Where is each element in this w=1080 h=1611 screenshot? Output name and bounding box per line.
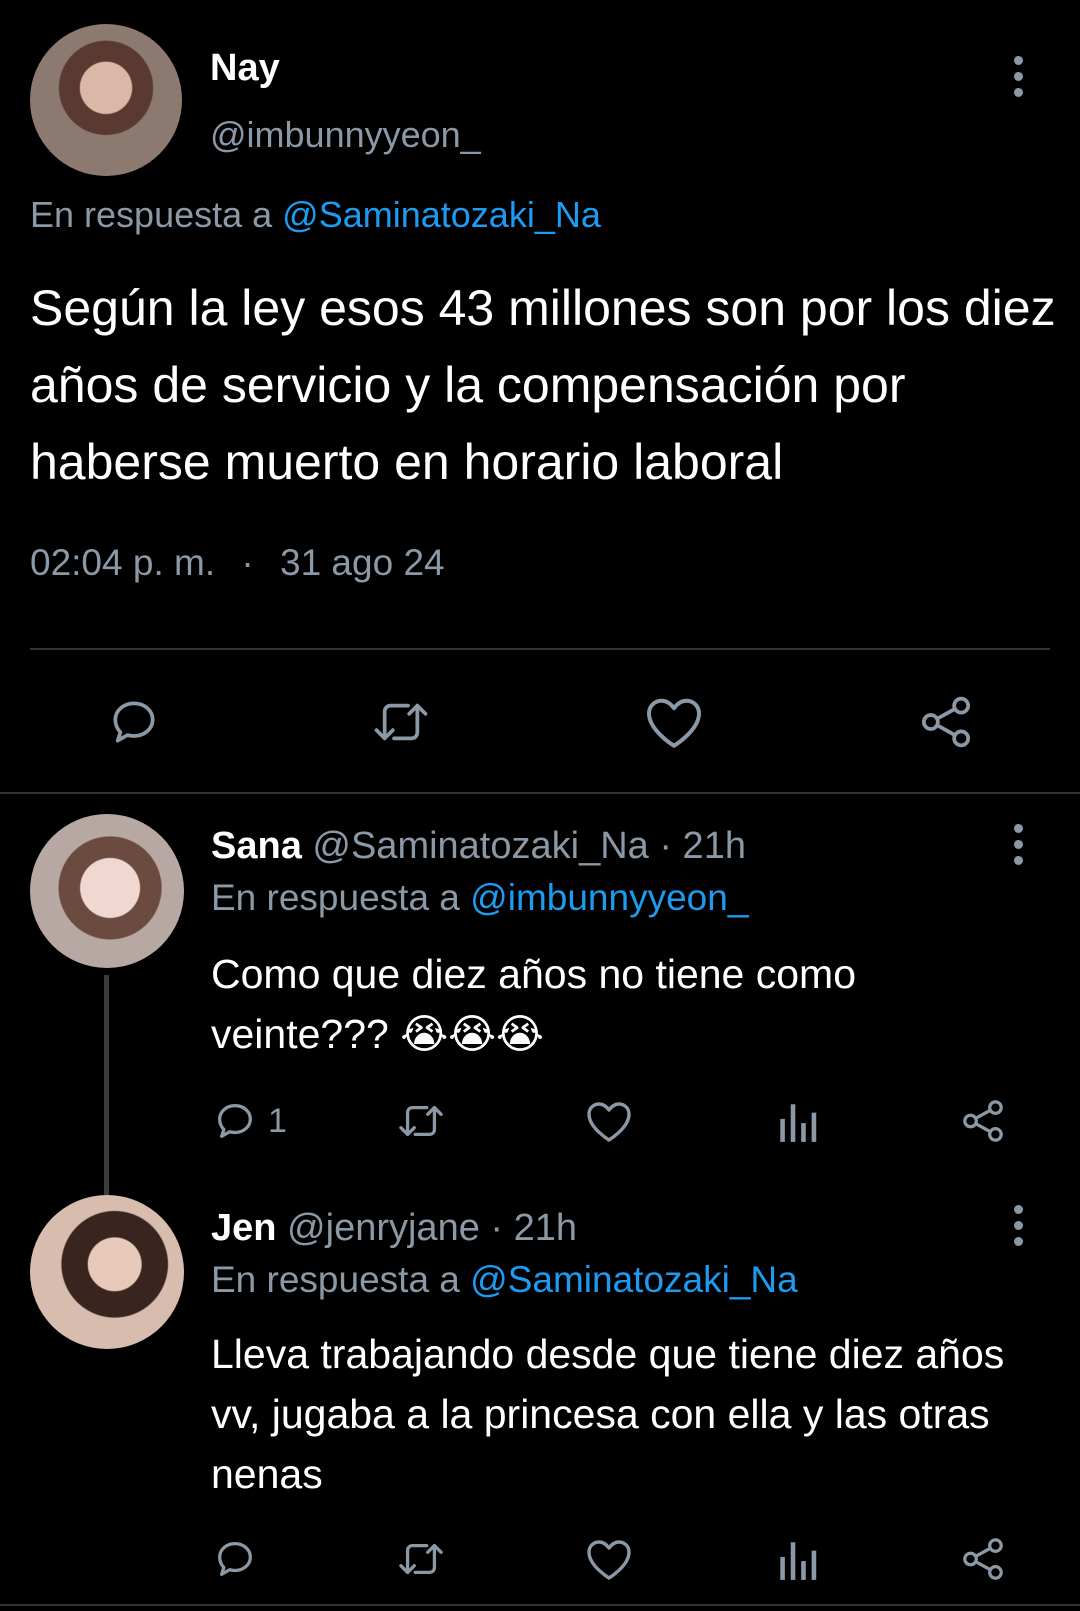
reply-text-line: Como que diez años no tiene como — [211, 951, 857, 997]
avatar-sana[interactable] — [30, 814, 184, 968]
timestamp-separator: · — [241, 542, 254, 583]
like-icon[interactable] — [644, 694, 704, 750]
reply-context: En respuesta a @Saminatozaki_Na — [30, 192, 601, 238]
avatar-jen[interactable] — [30, 1195, 184, 1349]
reply-context: En respuesta a @imbunnyyeon_ — [211, 875, 748, 921]
reply-icon[interactable] — [106, 694, 162, 750]
tweet-date[interactable]: 31 ago 24 — [280, 542, 445, 583]
reply-to-link[interactable]: @Saminatozaki_Na — [470, 1259, 798, 1300]
reply-prefix: En respuesta a — [211, 1259, 460, 1300]
reply-to-link[interactable]: @imbunnyyeon_ — [470, 877, 748, 918]
retweet-icon[interactable] — [395, 1098, 447, 1144]
author-handle[interactable]: @imbunnyyeon_ — [210, 112, 481, 158]
reply-author-name[interactable]: Jen — [211, 1207, 276, 1249]
like-icon[interactable] — [585, 1098, 633, 1144]
more-options-icon[interactable] — [1012, 824, 1024, 865]
more-options-icon[interactable] — [1012, 1205, 1024, 1246]
section-divider — [0, 1604, 1080, 1606]
reply-count: 1 — [268, 1101, 287, 1140]
reply-text: Como que diez años no tiene como veinte?… — [211, 944, 1041, 1064]
reply-header: Sana @Saminatozaki_Na · 21h — [211, 822, 746, 870]
reply-icon[interactable] — [212, 1536, 258, 1582]
like-icon[interactable] — [585, 1536, 633, 1582]
tweet-time[interactable]: 02:04 p. m. — [30, 542, 215, 583]
reply-text-line: veinte??? 😭😭😭 — [211, 1011, 544, 1057]
retweet-icon[interactable] — [395, 1536, 447, 1582]
reply-prefix: En respuesta a — [211, 877, 460, 918]
reply-icon[interactable]: 1 — [212, 1098, 287, 1144]
reply-context: En respuesta a @Saminatozaki_Na — [211, 1257, 798, 1303]
views-icon[interactable] — [776, 1536, 818, 1582]
reply-prefix: En respuesta a — [30, 194, 273, 235]
tweet-timestamp: 02:04 p. m. · 31 ago 24 — [30, 540, 445, 586]
author-name[interactable]: Nay — [210, 44, 280, 92]
reply-author-handle[interactable]: @Saminatozaki_Na · 21h — [312, 825, 746, 867]
share-icon[interactable] — [918, 694, 974, 750]
avatar-nay[interactable] — [30, 24, 182, 176]
reply-author-name[interactable]: Sana — [211, 825, 302, 867]
views-icon[interactable] — [776, 1098, 818, 1144]
divider — [30, 648, 1050, 650]
more-options-icon[interactable] — [1012, 56, 1024, 97]
thread-line — [104, 975, 109, 1195]
reply-header: Jen @jenryjane · 21h — [211, 1204, 577, 1252]
share-icon[interactable] — [960, 1536, 1006, 1582]
reply-author-handle[interactable]: @jenryjane · 21h — [287, 1207, 577, 1249]
reply-to-link[interactable]: @Saminatozaki_Na — [282, 194, 601, 235]
retweet-icon[interactable] — [370, 694, 432, 750]
share-icon[interactable] — [960, 1098, 1006, 1144]
tweet-text: Según la ley esos 43 millones son por lo… — [30, 280, 1056, 490]
reply-text: Lleva trabajando desde que tiene diez añ… — [211, 1331, 1005, 1497]
section-divider — [0, 792, 1080, 794]
